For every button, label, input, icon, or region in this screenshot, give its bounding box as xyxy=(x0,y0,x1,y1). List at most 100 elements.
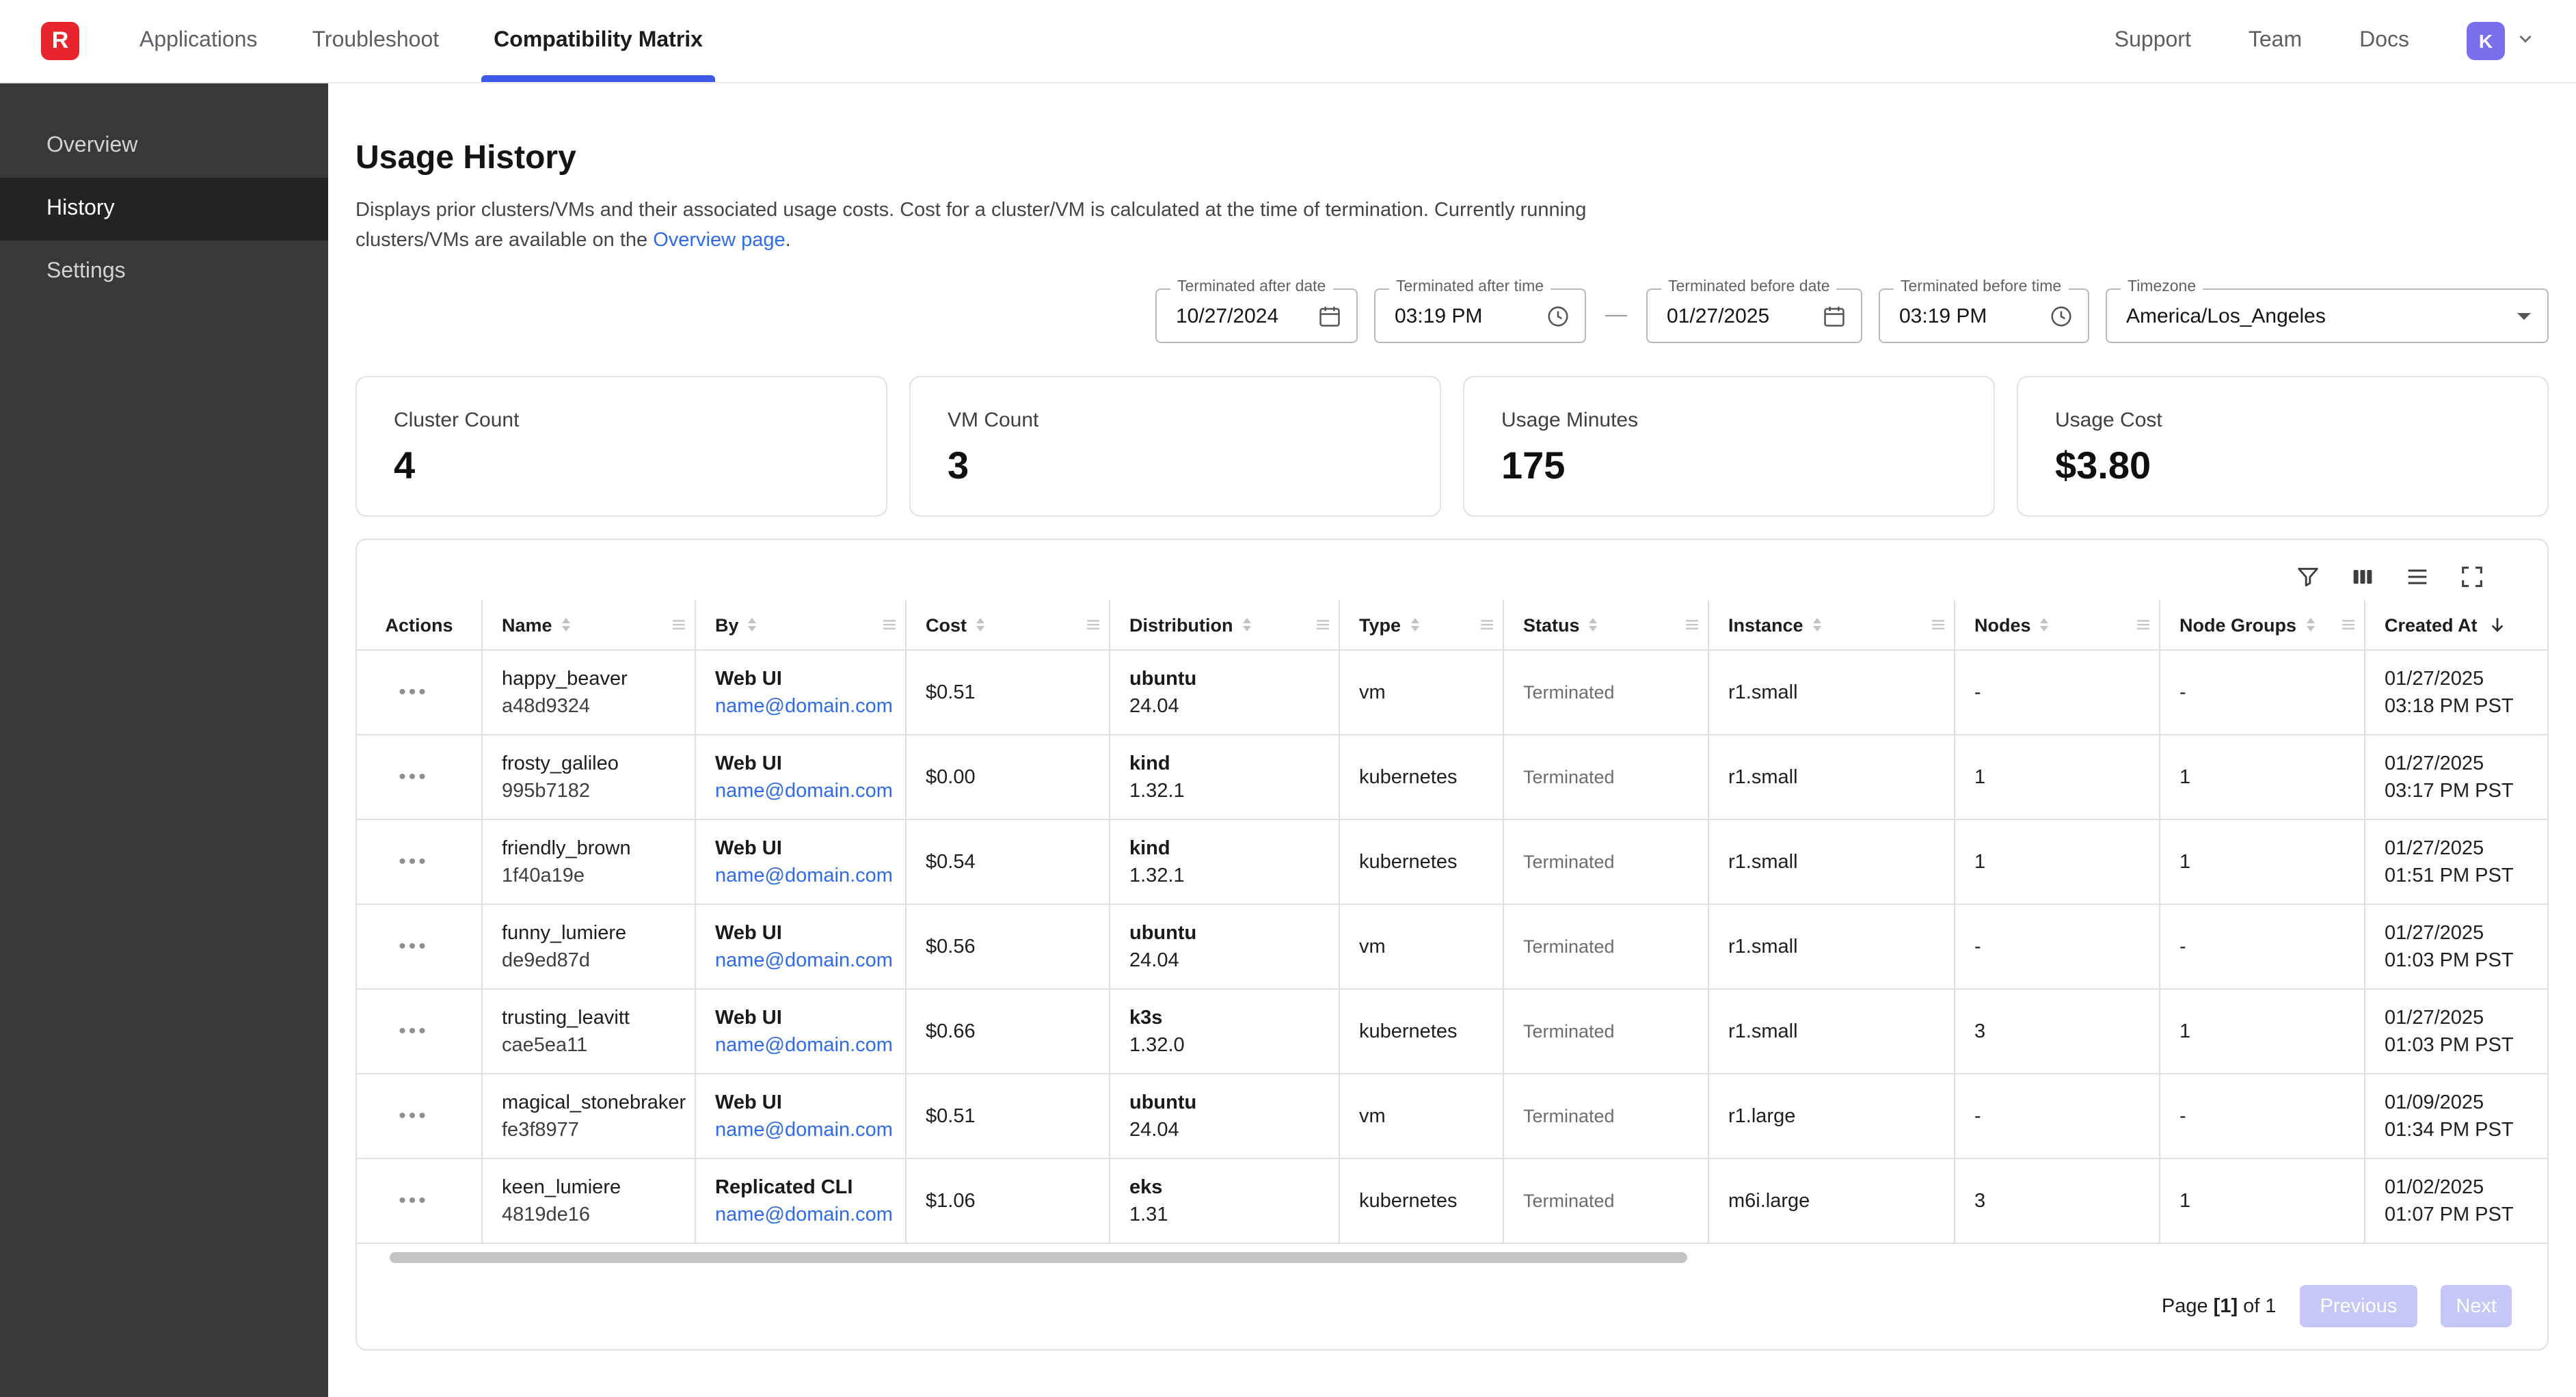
created-date: 01/09/2025 xyxy=(2385,1089,2536,1116)
creator-email-link[interactable]: name@domain.com xyxy=(715,692,894,720)
terminated-after-date-input[interactable] xyxy=(1157,304,1317,327)
column-header-nodes[interactable]: Nodes xyxy=(1955,600,2160,649)
terminated-before-time-field[interactable]: Terminated before time xyxy=(1879,288,2089,343)
row-actions-button[interactable]: ••• xyxy=(390,930,437,964)
sort-desc-icon[interactable] xyxy=(2486,613,2509,636)
next-page-button[interactable]: Next xyxy=(2441,1285,2512,1327)
sort-icon[interactable] xyxy=(1410,618,1419,632)
column-menu-icon[interactable] xyxy=(2339,616,2357,634)
nav-item-support[interactable]: Support xyxy=(2115,0,2191,82)
name-cell: friendly_brown 1f40a19e xyxy=(483,820,696,904)
row-actions-button[interactable]: ••• xyxy=(390,760,437,794)
column-menu-icon[interactable] xyxy=(2134,616,2152,634)
nodes-cell: 1 xyxy=(1955,735,2160,819)
terminated-after-date-field[interactable]: Terminated after date xyxy=(1155,288,1358,343)
column-menu-icon[interactable] xyxy=(1478,616,1496,634)
distribution-version: 24.04 xyxy=(1129,947,1328,974)
column-menu-icon[interactable] xyxy=(1683,616,1701,634)
column-header-name[interactable]: Name xyxy=(483,600,696,649)
overview-page-link[interactable]: Overview page xyxy=(653,230,785,252)
sort-icon[interactable] xyxy=(1243,618,1251,632)
columns-icon[interactable] xyxy=(2348,562,2378,592)
chevron-down-icon[interactable] xyxy=(2513,25,2538,57)
row-actions-button[interactable]: ••• xyxy=(390,845,437,879)
column-header-instance[interactable]: Instance xyxy=(1709,600,1955,649)
row-actions-button[interactable]: ••• xyxy=(390,1014,437,1048)
column-header-status[interactable]: Status xyxy=(1504,600,1709,649)
nav-item-compatibility-matrix[interactable]: Compatibility Matrix xyxy=(494,0,703,82)
sort-icon[interactable] xyxy=(562,618,570,632)
account-menu[interactable]: K xyxy=(2467,22,2538,60)
column-menu-icon[interactable] xyxy=(881,616,898,634)
table-body: ••• happy_beaver a48d9324 Web UI name@do… xyxy=(357,649,2547,1243)
node-groups-cell: 1 xyxy=(2160,820,2365,904)
column-menu-icon[interactable] xyxy=(1929,616,1947,634)
sort-icon[interactable] xyxy=(2041,618,2049,632)
density-icon[interactable] xyxy=(2402,562,2432,592)
nav-item-team[interactable]: Team xyxy=(2249,0,2302,82)
creator-email-link[interactable]: name@domain.com xyxy=(715,1116,894,1143)
column-header-node-groups[interactable]: Node Groups xyxy=(2160,600,2365,649)
terminated-before-date-input[interactable] xyxy=(1648,304,1821,327)
calendar-icon[interactable] xyxy=(1317,303,1343,329)
nav-item-troubleshoot[interactable]: Troubleshoot xyxy=(312,0,440,82)
clock-icon[interactable] xyxy=(1545,303,1571,329)
sort-icon[interactable] xyxy=(2306,618,2314,632)
column-menu-icon[interactable] xyxy=(1084,616,1102,634)
creator-email-link[interactable]: name@domain.com xyxy=(715,1201,894,1228)
instance-cell: r1.small xyxy=(1709,651,1955,734)
calendar-icon[interactable] xyxy=(1821,303,1847,329)
avatar[interactable]: K xyxy=(2467,22,2505,60)
distribution-cell: kind 1.32.1 xyxy=(1110,735,1340,819)
column-header-distribution[interactable]: Distribution xyxy=(1110,600,1340,649)
terminated-before-date-field[interactable]: Terminated before date xyxy=(1646,288,1862,343)
nodes-cell: - xyxy=(1955,1074,2160,1158)
table-header-row: Actions Name By Cost xyxy=(357,600,2547,649)
creator-email-link[interactable]: name@domain.com xyxy=(715,862,894,889)
sort-icon[interactable] xyxy=(1813,618,1821,632)
column-menu-icon[interactable] xyxy=(670,616,688,634)
nodes-cell: 3 xyxy=(1955,1159,2160,1243)
nav-item-docs[interactable]: Docs xyxy=(2359,0,2409,82)
replicated-logo[interactable]: R xyxy=(41,22,79,60)
main-content: Usage History Displays prior clusters/VM… xyxy=(328,82,2576,1397)
terminated-after-time-input[interactable] xyxy=(1376,304,1545,327)
creator-email-link[interactable]: name@domain.com xyxy=(715,777,894,804)
row-actions-button[interactable]: ••• xyxy=(390,675,437,709)
sort-icon[interactable] xyxy=(976,618,984,632)
fullscreen-icon[interactable] xyxy=(2457,562,2487,592)
clock-icon[interactable] xyxy=(2048,303,2074,329)
timezone-select[interactable]: Timezone America/Los_Angeles xyxy=(2106,288,2549,343)
created-date: 01/27/2025 xyxy=(2385,665,2536,692)
cost-cell: $0.54 xyxy=(907,820,1110,904)
column-header-by[interactable]: By xyxy=(696,600,907,649)
distribution-version: 1.32.1 xyxy=(1129,777,1328,804)
row-actions-button[interactable]: ••• xyxy=(390,1099,437,1133)
sort-icon[interactable] xyxy=(749,618,757,632)
filter-icon[interactable] xyxy=(2293,562,2323,592)
distribution-version: 1.32.1 xyxy=(1129,862,1328,889)
created-date: 01/27/2025 xyxy=(2385,835,2536,862)
column-menu-icon[interactable] xyxy=(1314,616,1332,634)
nodes-cell: 1 xyxy=(1955,820,2160,904)
previous-page-button[interactable]: Previous xyxy=(2300,1285,2418,1327)
distribution-version: 1.32.0 xyxy=(1129,1031,1328,1059)
sidebar-item-overview[interactable]: Overview xyxy=(0,115,328,178)
column-header-cost[interactable]: Cost xyxy=(907,600,1110,649)
scrollbar-thumb[interactable] xyxy=(390,1252,1687,1263)
sidebar-item-settings[interactable]: Settings xyxy=(0,241,328,303)
sort-icon[interactable] xyxy=(1589,618,1598,632)
creator-email-link[interactable]: name@domain.com xyxy=(715,947,894,974)
status-cell: Terminated xyxy=(1504,1074,1709,1158)
status-badge: Terminated xyxy=(1523,1102,1697,1130)
sidebar-item-history[interactable]: History xyxy=(0,178,328,241)
column-header-type[interactable]: Type xyxy=(1340,600,1504,649)
row-actions-button[interactable]: ••• xyxy=(390,1184,437,1218)
distribution-version: 24.04 xyxy=(1129,692,1328,720)
select-arrow-icon[interactable] xyxy=(2517,312,2531,319)
terminated-after-time-field[interactable]: Terminated after time xyxy=(1374,288,1586,343)
creator-email-link[interactable]: name@domain.com xyxy=(715,1031,894,1059)
nav-item-applications[interactable]: Applications xyxy=(139,0,258,82)
column-header-created-at[interactable]: Created At xyxy=(2365,600,2547,649)
terminated-before-time-input[interactable] xyxy=(1880,304,2048,327)
